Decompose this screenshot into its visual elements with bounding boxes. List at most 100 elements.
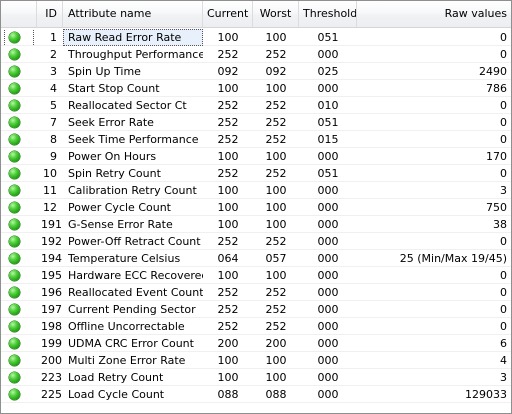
attribute-name: Reallocated Sector Ct [68,99,187,112]
table-row[interactable]: 4 Start Stop Count 100 100 000 786 [1,80,511,97]
threshold-value: 000 [317,218,339,231]
threshold-value: 000 [317,82,339,95]
attribute-id: 197 [41,303,62,316]
threshold-value: 000 [317,354,339,367]
raw-value: 0 [500,303,507,316]
status-good-icon [9,253,20,264]
status-good-icon [9,321,20,332]
status-cell [1,369,37,386]
worst-value: 057 [265,252,287,265]
table-row[interactable]: 1 Raw Read Error Rate 100 100 051 0 [1,29,511,46]
threshold-value: 000 [317,184,339,197]
raw-value: 0 [500,269,507,282]
header-current[interactable]: Current [203,1,253,27]
worst-value: 252 [265,167,287,180]
header-threshold[interactable]: Threshold [299,1,357,27]
table-row[interactable]: 2 Throughput Performance 252 252 000 0 [1,46,511,63]
attribute-name: Hardware ECC Recovered [68,269,203,282]
worst-value: 100 [265,218,287,231]
status-good-icon [9,372,20,383]
table-row[interactable]: 223 Load Retry Count 100 100 000 3 [1,369,511,386]
status-cell [1,29,37,46]
status-good-icon [9,287,20,298]
raw-value: 2490 [479,65,507,78]
status-indicator [5,216,33,233]
current-value: 252 [217,167,239,180]
status-indicator [5,199,33,216]
status-good-icon [9,151,20,162]
current-value: 100 [217,201,239,214]
status-cell [1,80,37,97]
status-cell [1,148,37,165]
current-value: 252 [217,320,239,333]
status-cell [1,233,37,250]
raw-value: 0 [500,286,507,299]
header-worst[interactable]: Worst [253,1,299,27]
attribute-name: G-Sense Error Rate [68,218,173,231]
table-row[interactable]: 195 Hardware ECC Recovered 100 100 000 0 [1,267,511,284]
threshold-value: 000 [317,371,339,384]
table-row[interactable]: 12 Power Cycle Count 100 100 000 750 [1,199,511,216]
status-good-icon [9,219,20,230]
status-cell [1,63,37,80]
raw-value: 786 [486,82,507,95]
table-row[interactable]: 191 G-Sense Error Rate 100 100 000 38 [1,216,511,233]
status-cell [1,267,37,284]
attribute-name: Power-Off Retract Count [68,235,201,248]
current-value: 100 [217,218,239,231]
status-indicator [5,352,33,369]
current-value: 252 [217,48,239,61]
attribute-name: Load Retry Count [68,371,164,384]
status-cell [1,284,37,301]
table-row[interactable]: 10 Spin Retry Count 252 252 051 0 [1,165,511,182]
current-value: 252 [217,303,239,316]
worst-value: 252 [265,48,287,61]
raw-value: 4 [500,354,507,367]
smart-attributes-table[interactable]: ID Attribute name Current Worst Threshol… [0,0,512,414]
table-row[interactable]: 200 Multi Zone Error Rate 100 100 000 4 [1,352,511,369]
status-cell [1,250,37,267]
table-row[interactable]: 194 Temperature Celsius 064 057 000 25 (Min/M… [1,250,511,267]
table-row[interactable]: 9 Power On Hours 100 100 000 170 [1,148,511,165]
attribute-id: 191 [41,218,62,231]
attribute-id: 4 [50,82,57,95]
table-row[interactable]: 7 Seek Error Rate 252 252 051 0 [1,114,511,131]
current-value: 100 [217,31,239,44]
table-row[interactable]: 8 Seek Time Performance 252 252 015 0 [1,131,511,148]
attribute-name: UDMA CRC Error Count [68,337,194,350]
current-value: 092 [217,65,239,78]
table-row[interactable]: 198 Offline Uncorrectable 252 252 000 0 [1,318,511,335]
table-row[interactable]: 196 Reallocated Event Count 252 252 000 0 [1,284,511,301]
table-row[interactable]: 11 Calibration Retry Count 100 100 000 3 [1,182,511,199]
header-raw-values[interactable]: Raw values [357,1,511,27]
header-status[interactable] [1,1,37,27]
worst-value: 252 [265,116,287,129]
table-row[interactable]: 199 UDMA CRC Error Count 200 200 000 6 [1,335,511,352]
table-row[interactable]: 5 Reallocated Sector Ct 252 252 010 0 [1,97,511,114]
table-row[interactable]: 3 Spin Up Time 092 092 025 2490 [1,63,511,80]
status-good-icon [9,32,20,43]
threshold-value: 025 [317,65,339,78]
header-attribute-name[interactable]: Attribute name [63,1,203,27]
worst-value: 200 [265,337,287,350]
status-cell [1,352,37,369]
attribute-name: Current Pending Sector [68,303,196,316]
worst-value: 100 [265,371,287,384]
status-cell [1,131,37,148]
status-cell [1,114,37,131]
status-good-icon [9,49,20,60]
attribute-name: Start Stop Count [68,82,160,95]
status-indicator [5,80,33,97]
threshold-value: 000 [317,201,339,214]
attribute-id: 11 [43,184,57,197]
table-row[interactable]: 192 Power-Off Retract Count 252 252 000 0 [1,233,511,250]
attribute-id: 194 [41,252,62,265]
threshold-value: 051 [317,31,339,44]
table-row[interactable]: 197 Current Pending Sector 252 252 000 0 [1,301,511,318]
attribute-name: Calibration Retry Count [68,184,197,197]
table-row[interactable]: 225 Load Cycle Count 088 088 000 129033 [1,386,511,403]
status-good-icon [9,236,20,247]
raw-value: 6 [500,337,507,350]
attribute-id: 8 [50,133,57,146]
header-id[interactable]: ID [37,1,63,27]
